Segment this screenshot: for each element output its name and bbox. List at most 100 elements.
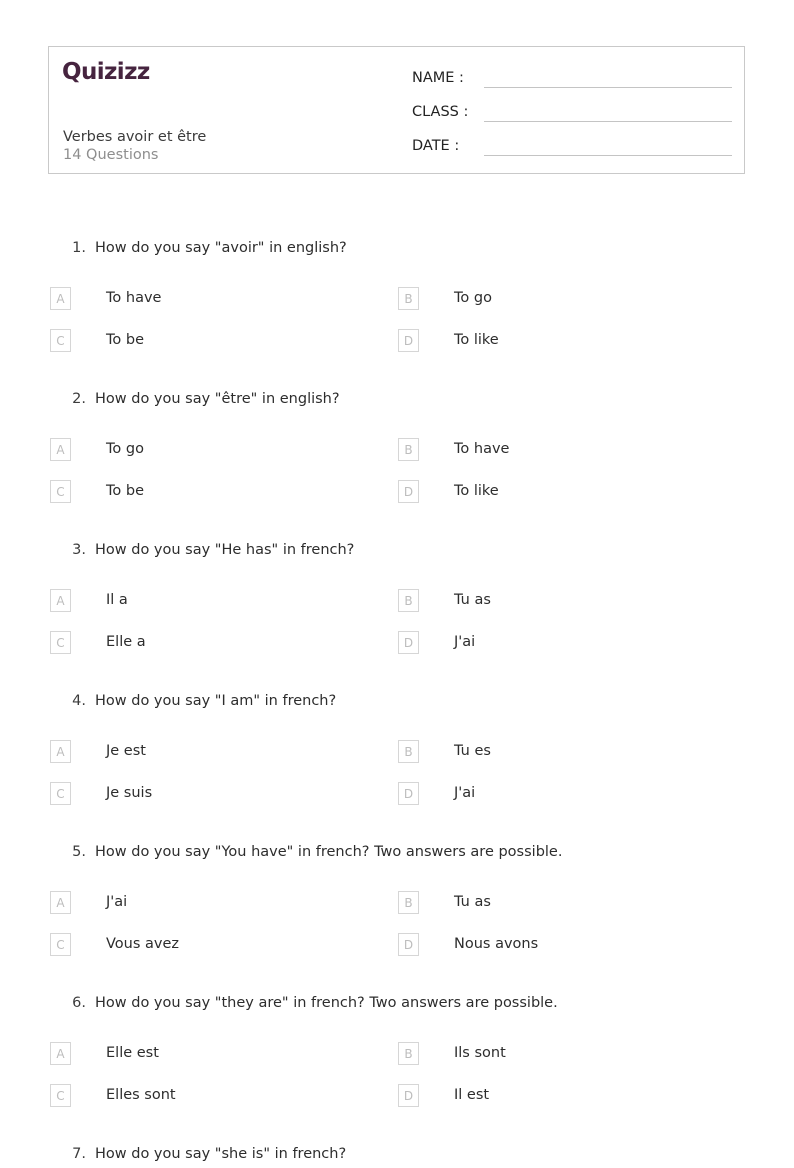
answer-option-b[interactable]: B To have — [398, 438, 509, 461]
option-letter-box: B — [398, 740, 419, 763]
answer-option-d[interactable]: D To like — [398, 480, 499, 503]
answer-option-row: C Elle a D J'ai — [48, 631, 745, 673]
question-header: 7. How do you say "she is" in french? — [48, 1144, 745, 1168]
question-text: How do you say "You have" in french? Two… — [95, 844, 563, 860]
question-header: 5. How do you say "You have" in french? T… — [48, 842, 745, 866]
option-label: Il a — [106, 592, 128, 608]
question-text: How do you say "she is" in french? — [95, 1146, 347, 1162]
answer-options: A Elle est B Ils sont C Elles sont D Il est — [48, 1042, 745, 1126]
option-letter-box: D — [398, 480, 419, 503]
answer-option-c[interactable]: C Elle a — [50, 631, 146, 654]
answer-option-row: A J'ai B Tu as — [48, 891, 745, 933]
option-letter-box: D — [398, 1084, 419, 1107]
answer-option-b[interactable]: B To go — [398, 287, 492, 310]
question-number: 4. — [72, 693, 86, 709]
quizizz-logo: Quizizz — [62, 61, 150, 84]
quiz-question-count: 14 Questions — [63, 147, 159, 163]
answer-option-d[interactable]: D Il est — [398, 1084, 489, 1107]
option-label: To have — [106, 290, 162, 306]
answer-option-d[interactable]: D Nous avons — [398, 933, 538, 956]
option-letter-box: C — [50, 1084, 71, 1107]
option-label: To be — [106, 332, 144, 348]
answer-option-d[interactable]: D J'ai — [398, 782, 475, 805]
option-letter-box: A — [50, 1042, 71, 1065]
option-label: Je est — [106, 743, 146, 759]
question-number: 6. — [72, 995, 86, 1011]
answer-option-row: A Elle est B Ils sont — [48, 1042, 745, 1084]
question-block: 6. How do you say "they are" in french? T… — [48, 993, 745, 1144]
answer-option-d[interactable]: D J'ai — [398, 631, 475, 654]
option-letter-box: B — [398, 589, 419, 612]
answer-option-a[interactable]: A Elle est — [50, 1042, 159, 1065]
option-letter-box: C — [50, 782, 71, 805]
date-field-input[interactable] — [484, 136, 732, 156]
option-letter-box: A — [50, 438, 71, 461]
question-block: 3. How do you say "He has" in french? A Il … — [48, 540, 745, 691]
answer-option-d[interactable]: D To like — [398, 329, 499, 352]
answer-option-b[interactable]: B Tu es — [398, 740, 491, 763]
answer-option-c[interactable]: C Elles sont — [50, 1084, 176, 1107]
option-letter-box: C — [50, 480, 71, 503]
question-block: 5. How do you say "You have" in french? T… — [48, 842, 745, 993]
question-block: 4. How do you say "I am" in french? A Je es… — [48, 691, 745, 842]
name-field-label: NAME : — [412, 70, 464, 86]
answer-option-b[interactable]: B Ils sont — [398, 1042, 506, 1065]
answer-option-c[interactable]: C Je suis — [50, 782, 152, 805]
question-header: 3. How do you say "He has" in french? — [48, 540, 745, 564]
date-field-label: DATE : — [412, 138, 460, 154]
option-label: To have — [454, 441, 510, 457]
option-letter-box: A — [50, 589, 71, 612]
option-label: Elle est — [106, 1045, 159, 1061]
answer-option-c[interactable]: C To be — [50, 480, 144, 503]
class-field-label: CLASS : — [412, 104, 469, 120]
answer-option-row: A To go B To have — [48, 438, 745, 480]
name-field-row: NAME : — [412, 68, 732, 102]
option-label: Il est — [454, 1087, 490, 1103]
option-label: Tu as — [454, 894, 491, 910]
name-field-input[interactable] — [484, 68, 732, 88]
question-block: 7. How do you say "she is" in french? — [48, 1144, 745, 1168]
answer-option-a[interactable]: A To go — [50, 438, 144, 461]
option-label: J'ai — [106, 894, 128, 910]
option-label: Elle a — [106, 634, 146, 650]
answer-option-a[interactable]: A Il a — [50, 589, 128, 612]
option-label: Elles sont — [106, 1087, 176, 1103]
question-block: 2. How do you say "être" in english? A To g… — [48, 389, 745, 540]
question-text: How do you say "I am" in french? — [95, 693, 337, 709]
class-field-input[interactable] — [484, 102, 732, 122]
option-label: Je suis — [106, 785, 153, 801]
option-label: Nous avons — [454, 936, 539, 952]
answer-option-row: C To be D To like — [48, 480, 745, 522]
question-header: 2. How do you say "être" in english? — [48, 389, 745, 413]
question-header: 4. How do you say "I am" in french? — [48, 691, 745, 715]
question-spacer — [48, 1126, 745, 1144]
answer-option-b[interactable]: B Tu as — [398, 891, 491, 914]
option-label: To be — [106, 483, 144, 499]
question-text: How do you say "avoir" in english? — [95, 240, 347, 256]
answer-option-a[interactable]: A Je est — [50, 740, 146, 763]
option-label: Ils sont — [454, 1045, 506, 1061]
question-number: 3. — [72, 542, 86, 558]
worksheet-header-card: Quizizz Verbes avoir et être 14 Question… — [48, 46, 745, 174]
date-field-row: DATE : — [412, 136, 732, 170]
answer-options: A To have B To go C To be D To like — [48, 287, 745, 371]
option-letter-box: B — [398, 438, 419, 461]
answer-option-row: C Elles sont D Il est — [48, 1084, 745, 1126]
answer-option-a[interactable]: A To have — [50, 287, 161, 310]
question-number: 5. — [72, 844, 86, 860]
option-letter-box: A — [50, 287, 71, 310]
answer-options: A To go B To have C To be D To like — [48, 438, 745, 522]
answer-option-row: A Il a B Tu as — [48, 589, 745, 631]
option-label: To like — [454, 332, 499, 348]
question-number: 7. — [72, 1146, 86, 1162]
answer-option-b[interactable]: B Tu as — [398, 589, 491, 612]
answer-option-c[interactable]: C To be — [50, 329, 144, 352]
question-text: How do you say "He has" in french? — [95, 542, 355, 558]
answer-option-c[interactable]: C Vous avez — [50, 933, 179, 956]
student-info-fields: NAME : CLASS : DATE : — [412, 68, 732, 170]
question-spacer — [48, 824, 745, 842]
option-label: J'ai — [454, 634, 476, 650]
question-number: 2. — [72, 391, 86, 407]
question-spacer — [48, 522, 745, 540]
answer-option-a[interactable]: A J'ai — [50, 891, 127, 914]
